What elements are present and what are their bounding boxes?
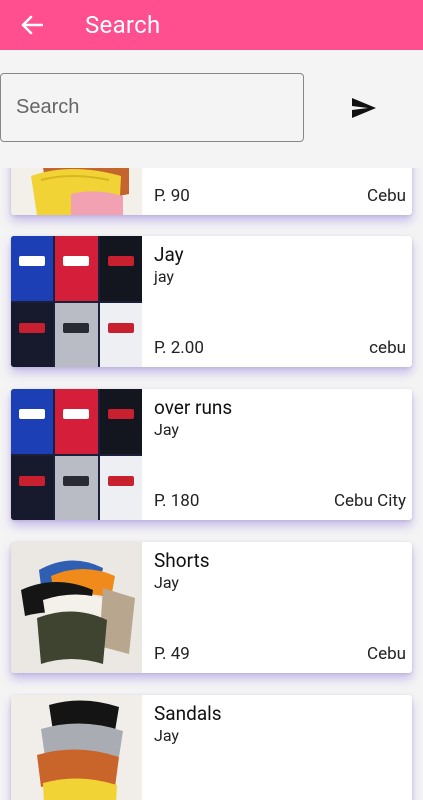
product-seller: jay: [154, 267, 174, 286]
arrow-left-icon: [21, 15, 43, 35]
product-card[interactable]: Sandals Jay: [11, 695, 412, 800]
product-location: Cebu City: [333, 491, 406, 511]
product-image: [11, 168, 142, 215]
send-icon: [352, 98, 376, 118]
search-bar: [0, 50, 423, 168]
app-bar: Search: [0, 0, 423, 50]
product-seller: Jay: [154, 420, 179, 439]
product-location: Cebu: [367, 644, 406, 664]
product-name: Shorts: [154, 549, 210, 572]
product-card[interactable]: P. 90 Cebu: [11, 168, 412, 215]
product-name: Sandals: [154, 702, 222, 725]
product-price: P. 49: [154, 644, 190, 664]
product-seller: Jay: [154, 573, 179, 592]
product-price: P. 180: [154, 491, 200, 511]
search-input[interactable]: [14, 95, 303, 120]
product-image: [11, 542, 142, 673]
product-name: over runs: [154, 396, 233, 419]
product-name: Jay: [154, 243, 184, 266]
search-field[interactable]: [0, 73, 304, 142]
product-card[interactable]: Shorts Jay P. 49 Cebu: [11, 542, 412, 673]
product-price: P. 2.00: [154, 338, 204, 358]
product-card[interactable]: Jay jay P. 2.00 cebu: [11, 236, 412, 367]
send-button[interactable]: [350, 96, 378, 120]
page-title: Search: [85, 11, 161, 39]
product-list[interactable]: P. 90 Cebu Jay jay P. 2.00 cebu over run…: [0, 168, 423, 800]
product-card[interactable]: over runs Jay P. 180 Cebu City: [11, 389, 412, 520]
product-image: [11, 236, 142, 367]
product-image: [11, 695, 142, 800]
product-price: P. 90: [154, 186, 190, 206]
product-image: [11, 389, 142, 520]
back-button[interactable]: [20, 13, 44, 37]
product-location: Cebu: [367, 186, 406, 206]
product-location: cebu: [369, 338, 406, 358]
product-seller: Jay: [154, 726, 179, 745]
